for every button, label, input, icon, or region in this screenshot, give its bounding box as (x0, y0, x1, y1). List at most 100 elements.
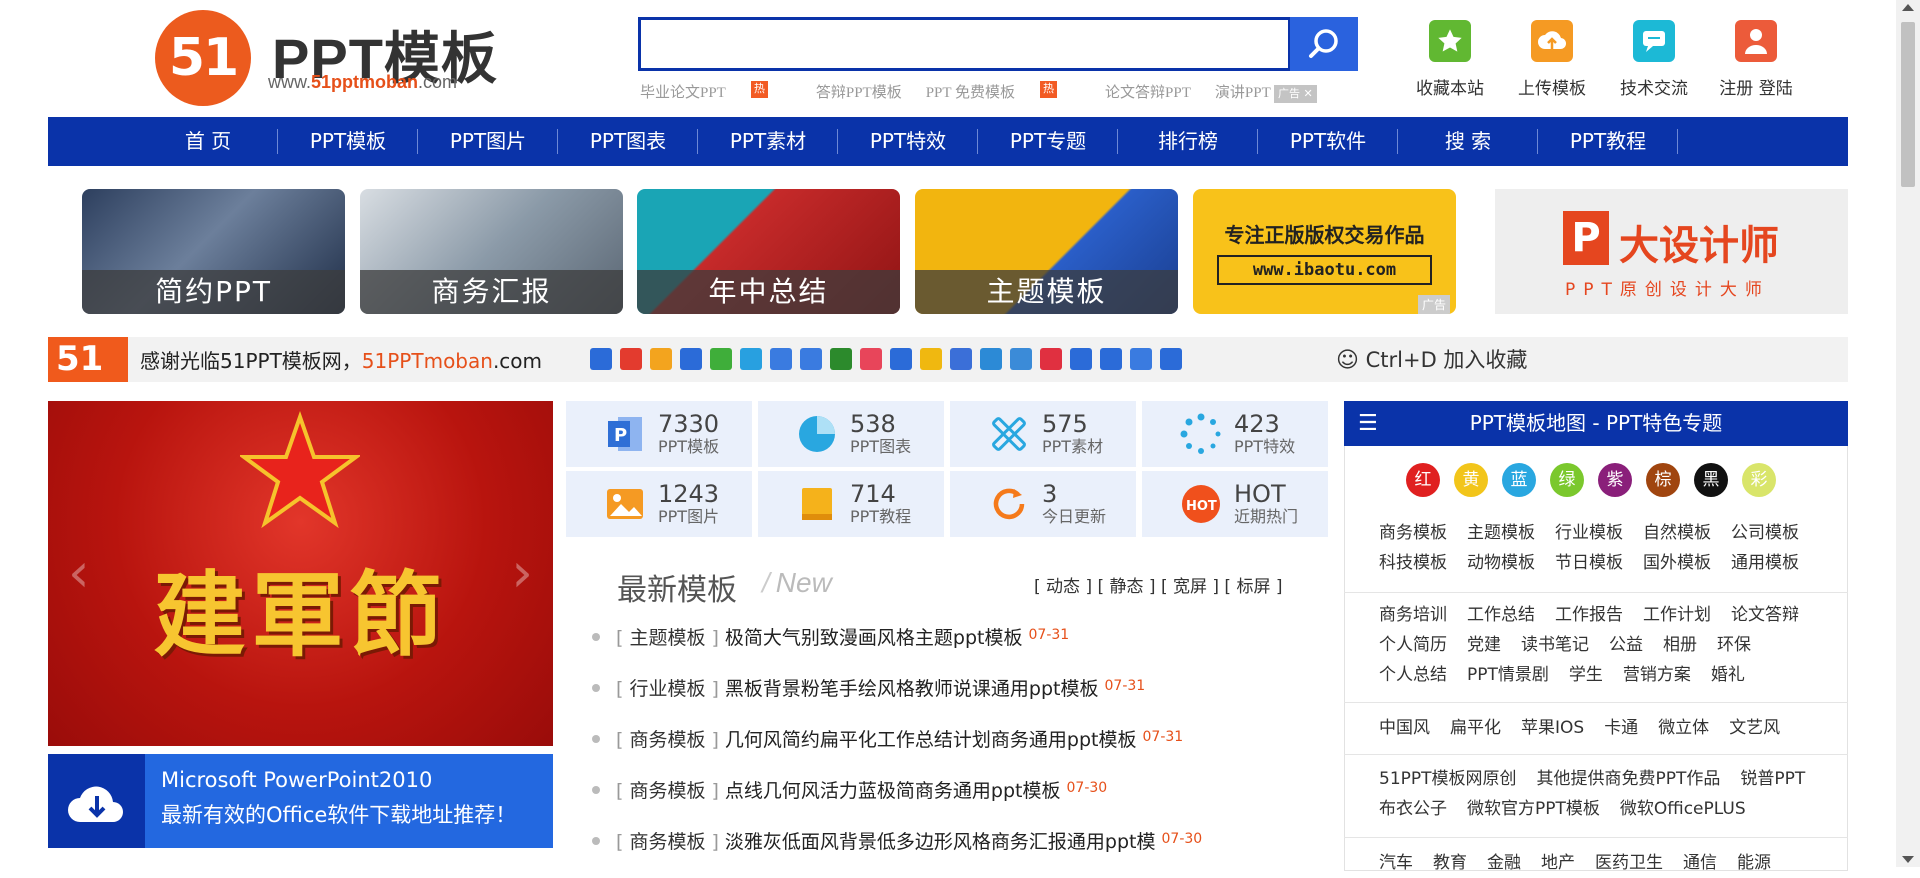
share-icon[interactable] (1010, 348, 1032, 370)
topic-link[interactable]: 动物模板 (1467, 548, 1535, 578)
page-scrollbar[interactable] (1896, 0, 1920, 867)
topic-link[interactable]: 扁平化 (1450, 713, 1501, 743)
banner-simple-ppt[interactable]: 简约PPT (82, 189, 345, 314)
color-filter[interactable]: 红 (1406, 463, 1440, 497)
hot-link[interactable]: 论文答辩PPT (1105, 81, 1191, 102)
topic-link[interactable]: 公司模板 (1731, 518, 1799, 548)
banner-midyear-summary[interactable]: 年中总结 (637, 189, 900, 314)
banner-theme-templates[interactable]: 主题模板 (915, 189, 1178, 314)
color-filter[interactable]: 棕 (1646, 463, 1680, 497)
item-category[interactable]: 商务模板 (629, 831, 705, 853)
share-icon[interactable] (680, 348, 702, 370)
nav-ppt-tutorials[interactable]: PPT教程 (1538, 117, 1678, 166)
topic-link[interactable]: 锐普PPT (1740, 764, 1805, 794)
list-item[interactable]: [ 主题模板 ] 极简大气别致漫画风格主题ppt模板 07-31 (590, 623, 1290, 674)
color-filter[interactable]: 彩 (1742, 463, 1776, 497)
topic-link[interactable]: 婚礼 (1711, 660, 1745, 690)
office-download-promo[interactable]: Microsoft PowerPoint2010 最新有效的Office软件下载… (48, 754, 553, 848)
topic-link[interactable]: 国外模板 (1643, 548, 1711, 578)
item-category[interactable]: 行业模板 (629, 678, 705, 700)
upload-template-button[interactable]: 上传模板 (1502, 20, 1602, 99)
nav-ppt-materials[interactable]: PPT素材 (698, 117, 838, 166)
hot-link[interactable]: 演讲PPT (1215, 81, 1271, 102)
list-item[interactable]: [ 商务模板 ] 几何风简约扁平化工作总结计划商务通用ppt模板 07-31 (590, 725, 1290, 776)
topic-link[interactable]: 地产 (1541, 848, 1575, 878)
nav-ranking[interactable]: 排行榜 (1118, 117, 1258, 166)
item-title[interactable]: 极简大气别致漫画风格主题ppt模板 (725, 623, 1023, 650)
topic-link[interactable]: 营销方案 (1623, 660, 1691, 690)
nav-search[interactable]: 搜 索 (1398, 117, 1538, 166)
topic-link[interactable]: 卡通 (1604, 713, 1638, 743)
topic-link[interactable]: 医药卫生 (1595, 848, 1663, 878)
share-icon[interactable] (620, 348, 642, 370)
stat-materials[interactable]: 575 PPT素材 (950, 401, 1136, 467)
color-filter[interactable]: 蓝 (1502, 463, 1536, 497)
bookmark-site-button[interactable]: 收藏本站 (1400, 20, 1500, 99)
nav-ppt-software[interactable]: PPT软件 (1258, 117, 1398, 166)
bookmark-hint[interactable]: ☺ Ctrl+D 加入收藏 (1336, 344, 1527, 374)
topic-link[interactable]: 商务培训 (1379, 600, 1447, 630)
register-login-button[interactable]: 注册 登陆 (1706, 20, 1806, 99)
item-title[interactable]: 几何风简约扁平化工作总结计划商务通用ppt模板 (725, 725, 1137, 752)
share-icon[interactable] (710, 348, 732, 370)
topic-link[interactable]: 布衣公子 (1379, 794, 1447, 824)
topic-link[interactable]: PPT情景剧 (1467, 660, 1549, 690)
topic-link[interactable]: 环保 (1717, 630, 1751, 660)
stat-charts[interactable]: 538 PPT图表 (758, 401, 944, 467)
topic-link[interactable]: 51PPT模板网原创 (1379, 764, 1517, 794)
share-icon[interactable] (1070, 348, 1092, 370)
topic-link[interactable]: 学生 (1569, 660, 1603, 690)
hot-link[interactable]: 答辩PPT模板 (816, 81, 902, 102)
topic-link[interactable]: 读书笔记 (1521, 630, 1589, 660)
topic-link[interactable]: 行业模板 (1555, 518, 1623, 548)
list-item[interactable]: [ 商务模板 ] 点线几何风活力蓝极简商务通用ppt模板 07-30 (590, 776, 1290, 827)
share-icon[interactable] (800, 348, 822, 370)
scroll-thumb[interactable] (1901, 22, 1915, 187)
item-title[interactable]: 淡雅灰低面风背景低多边形风格商务汇报通用ppt模 (725, 827, 1156, 854)
hot-link[interactable]: PPT 免费模板热 (926, 81, 1081, 102)
nav-ppt-charts[interactable]: PPT图表 (558, 117, 698, 166)
share-icon[interactable] (860, 348, 882, 370)
ad-badge[interactable]: 广告 ✕ (1274, 85, 1317, 103)
banner-ad-ibaotu[interactable]: 专注正版版权交易作品 www.ibaotu.com 广告 (1193, 189, 1456, 314)
topic-link[interactable]: 其他提供商免费PPT作品 (1537, 764, 1721, 794)
color-filter[interactable]: 黄 (1454, 463, 1488, 497)
topic-link[interactable]: 个人简历 (1379, 630, 1447, 660)
share-icon[interactable] (950, 348, 972, 370)
stat-today-updates[interactable]: 3 今日更新 (950, 471, 1136, 537)
share-icon[interactable] (650, 348, 672, 370)
nav-ppt-images[interactable]: PPT图片 (418, 117, 558, 166)
site-logo[interactable]: 51 (155, 10, 251, 106)
topic-link[interactable]: 微软OfficePLUS (1620, 794, 1746, 824)
topic-link[interactable]: 通用模板 (1731, 548, 1799, 578)
topic-link[interactable]: 个人总结 (1379, 660, 1447, 690)
topic-link[interactable]: 微立体 (1658, 713, 1709, 743)
topic-link[interactable]: 通信 (1683, 848, 1717, 878)
topic-link[interactable]: 能源 (1737, 848, 1771, 878)
share-icon[interactable] (1040, 348, 1062, 370)
scroll-down-arrow[interactable] (1902, 856, 1914, 863)
slider-next-arrow[interactable]: › (511, 541, 533, 604)
share-icon[interactable] (890, 348, 912, 370)
list-item[interactable]: [ 商务模板 ] 淡雅灰低面风背景低多边形风格商务汇报通用ppt模 07-30 (590, 827, 1290, 878)
share-icon[interactable] (920, 348, 942, 370)
banner-designer-ad[interactable]: P 大设计师 PPT原创设计大师 (1495, 189, 1848, 314)
search-button[interactable] (1290, 17, 1358, 71)
nav-home[interactable]: 首 页 (138, 117, 278, 166)
share-icon[interactable] (1130, 348, 1152, 370)
item-title[interactable]: 黑板背景粉笔手绘风格教师说课通用ppt模板 (725, 674, 1099, 701)
topic-link[interactable]: 中国风 (1379, 713, 1430, 743)
topic-link[interactable]: 苹果IOS (1521, 713, 1584, 743)
item-title[interactable]: 点线几何风活力蓝极简商务通用ppt模板 (725, 776, 1061, 803)
share-icon[interactable] (1100, 348, 1122, 370)
topic-link[interactable]: 自然模板 (1643, 518, 1711, 548)
topic-link[interactable]: 论文答辩 (1731, 600, 1799, 630)
latest-filters[interactable]: [ 动态 ] [ 静态 ] [ 宽屏 ] [ 标屏 ] (1034, 572, 1283, 597)
search-box[interactable] (638, 17, 1291, 71)
nav-ppt-effects[interactable]: PPT特效 (838, 117, 978, 166)
nav-ppt-templates[interactable]: PPT模板 (278, 117, 418, 166)
color-filter[interactable]: 黑 (1694, 463, 1728, 497)
banner-business-report[interactable]: 商务汇报 (360, 189, 623, 314)
share-icon[interactable] (740, 348, 762, 370)
stat-hot[interactable]: HOT HOT 近期热门 (1142, 471, 1328, 537)
